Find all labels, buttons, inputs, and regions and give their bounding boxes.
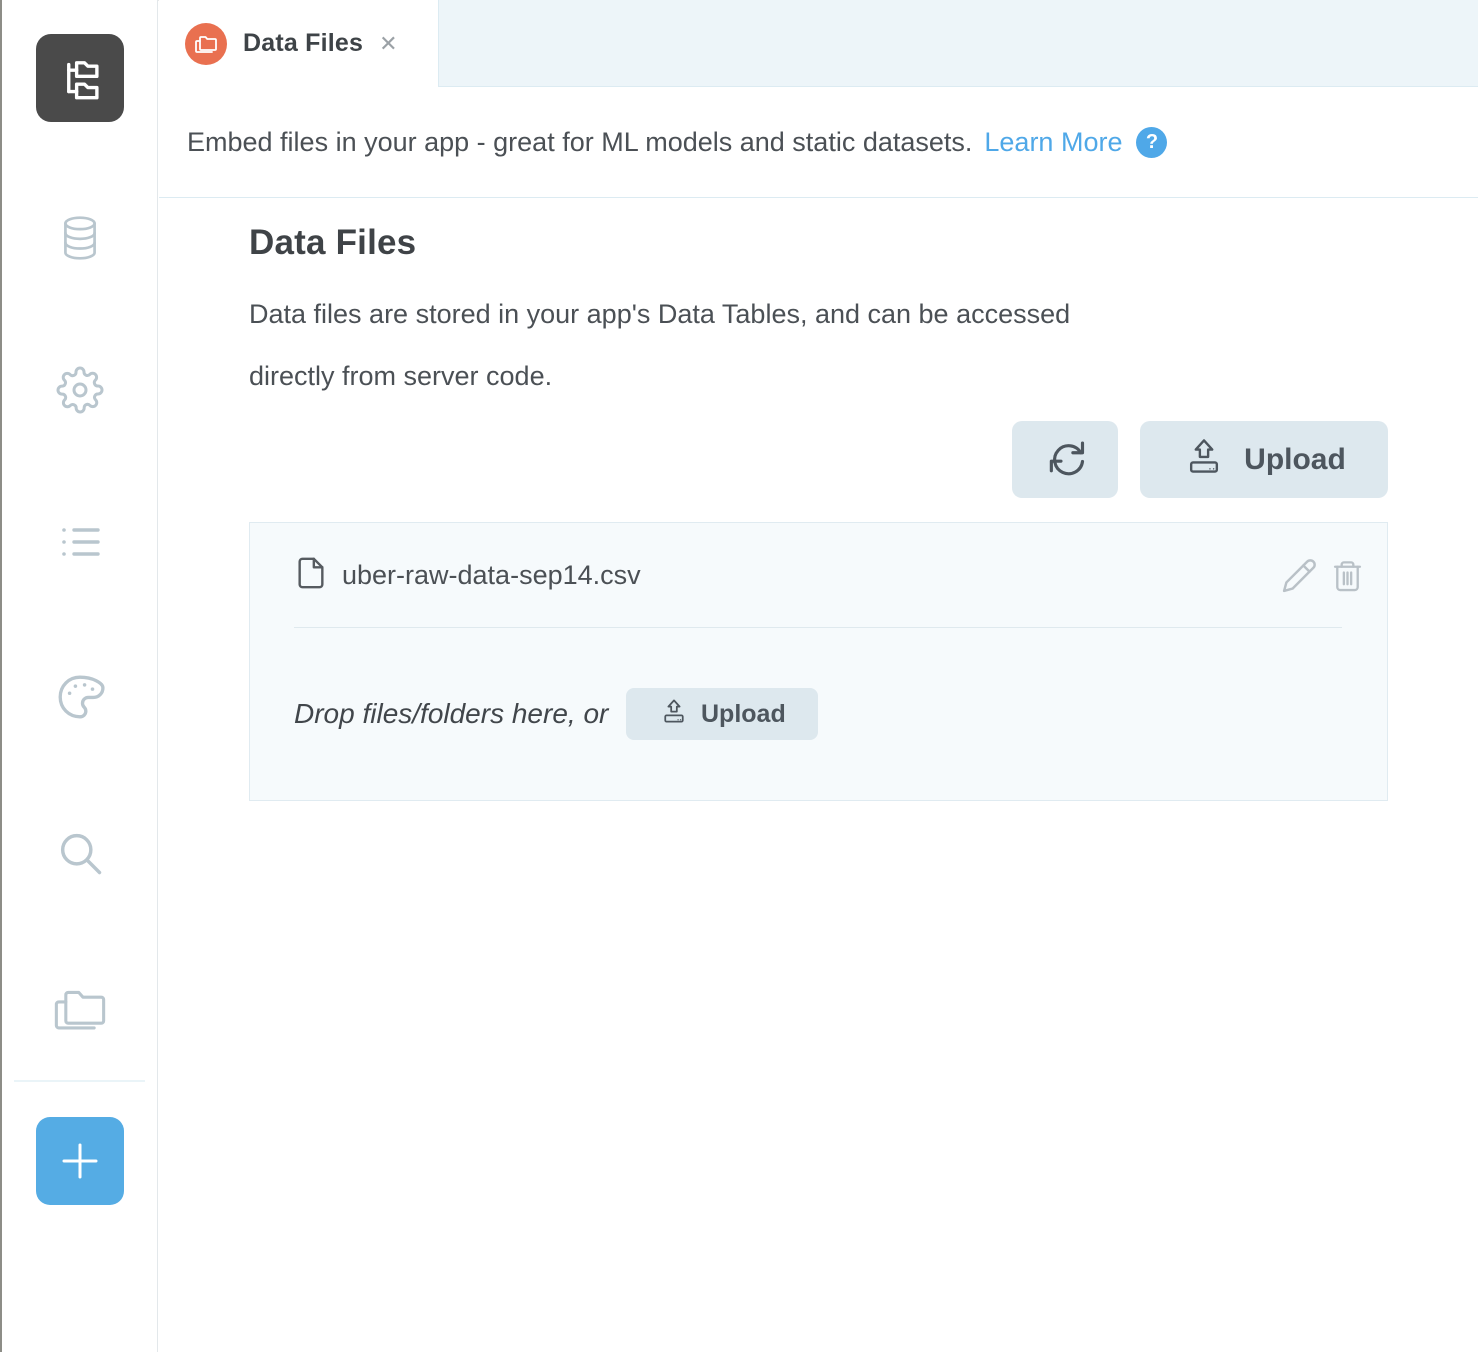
- file-name: uber-raw-data-sep14.csv: [342, 560, 641, 591]
- search-icon: [54, 827, 106, 879]
- add-app-item-button[interactable]: [36, 1117, 124, 1205]
- dropzone-upload-button[interactable]: Upload: [626, 688, 818, 740]
- upload-icon: [1182, 434, 1226, 486]
- refresh-button[interactable]: [1012, 421, 1118, 498]
- main-area: Data Files ✕ Embed files in your app - g…: [159, 0, 1478, 1352]
- sidebar-item-search[interactable]: [54, 827, 106, 879]
- sidebar-item-settings[interactable]: [56, 366, 104, 414]
- sidebar-divider: [14, 1080, 145, 1082]
- file-icon: [294, 555, 328, 596]
- help-icon[interactable]: ?: [1136, 127, 1167, 158]
- description-line-2: directly from server code.: [249, 345, 1388, 407]
- tab-strip: Data Files ✕: [159, 0, 1478, 87]
- sidebar-item-list[interactable]: [54, 518, 106, 566]
- add-icon: [56, 1137, 104, 1185]
- description-line-1: Data files are stored in your app's Data…: [249, 283, 1388, 345]
- sidebar: [2, 0, 158, 1352]
- refresh-icon: [1044, 437, 1086, 482]
- learn-more-link[interactable]: Learn More: [984, 127, 1122, 158]
- sidebar-item-database[interactable]: [55, 212, 105, 264]
- file-list-box: uber-raw-data-sep14.csv: [249, 522, 1388, 801]
- delete-file-icon[interactable]: [1330, 558, 1365, 593]
- rename-file-icon[interactable]: [1281, 557, 1318, 594]
- file-row[interactable]: uber-raw-data-sep14.csv: [250, 523, 1387, 627]
- tab-title: Data Files: [243, 29, 363, 58]
- upload-button[interactable]: Upload: [1140, 421, 1388, 498]
- tab-data-files[interactable]: Data Files ✕: [159, 0, 438, 87]
- panel-subheader: Embed files in your app - great for ML m…: [159, 87, 1478, 197]
- database-icon: [55, 212, 105, 264]
- dropzone-prompt: Drop files/folders here, or: [294, 698, 608, 730]
- upload-button-label: Upload: [1244, 443, 1346, 477]
- app-structure-icon: [53, 51, 107, 105]
- theme-palette-icon: [55, 672, 105, 722]
- settings-gear-icon: [56, 366, 104, 414]
- dropzone-upload-label: Upload: [701, 700, 786, 729]
- dropzone-upload-icon: [659, 696, 689, 733]
- tab-close-icon[interactable]: ✕: [379, 31, 397, 57]
- sidebar-item-app-structure[interactable]: [36, 34, 124, 122]
- panel-description: Data files are stored in your app's Data…: [249, 283, 1388, 407]
- subheader-text: Embed files in your app - great for ML m…: [187, 127, 972, 158]
- sidebar-item-theme[interactable]: [55, 672, 105, 722]
- dropzone[interactable]: Drop files/folders here, or Upload: [250, 628, 1387, 800]
- data-files-tab-icon: [185, 23, 227, 65]
- file-tools: [1281, 557, 1365, 594]
- data-files-folders-icon: [49, 983, 111, 1035]
- list-icon: [54, 518, 106, 566]
- actions-row: Upload: [249, 421, 1388, 498]
- data-files-panel: Data Files Data files are stored in your…: [159, 197, 1478, 1352]
- sidebar-item-data-files[interactable]: [49, 983, 111, 1035]
- tab-strip-filler: [438, 0, 1478, 87]
- page-title: Data Files: [249, 223, 1388, 263]
